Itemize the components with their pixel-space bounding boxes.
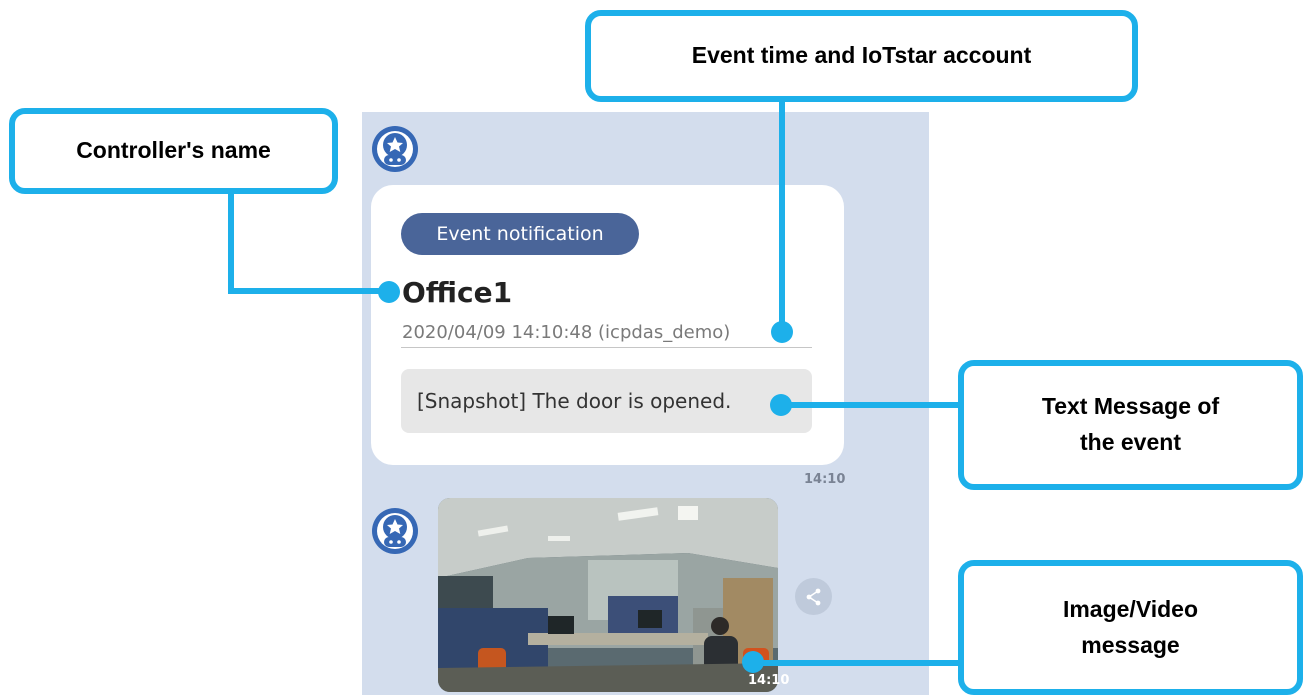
share-icon	[806, 588, 820, 605]
connector-dot	[771, 321, 793, 343]
controller-name: Office1	[402, 276, 513, 309]
connector-line	[780, 402, 962, 408]
event-notification-badge: Event notification	[401, 213, 639, 255]
event-time-account: 2020/04/09 14:10:48 (icpdas_demo)	[402, 322, 731, 343]
callout-image-line-1: Image/Video	[1062, 595, 1199, 622]
bot-avatar-icon[interactable]	[370, 124, 420, 174]
share-button[interactable]	[795, 578, 832, 615]
divider	[401, 347, 812, 348]
callout-text-line-1: Text Message of	[1041, 393, 1220, 420]
message-timestamp: 14:10	[804, 472, 846, 487]
connector-line	[228, 192, 234, 294]
callout-text-line-2: the event	[1080, 429, 1181, 455]
connector-line	[752, 660, 962, 666]
connector-line	[228, 288, 388, 294]
connector-line	[779, 100, 785, 330]
connector-dot	[378, 281, 400, 303]
callout-image-message: Image/Video message	[958, 560, 1303, 695]
callout-event-time: Event time and IoTstar account	[585, 10, 1138, 102]
connector-dot	[770, 394, 792, 416]
image-timestamp: 14:10	[748, 673, 790, 688]
callout-text-message: Text Message of the event	[958, 360, 1303, 490]
snapshot-image[interactable]	[438, 498, 778, 692]
connector-dot	[742, 651, 764, 673]
event-text-message: [Snapshot] The door is opened.	[401, 369, 812, 433]
callout-image-line-2: message	[1081, 631, 1180, 658]
callout-controller-name: Controller's name	[9, 108, 338, 194]
bot-avatar-icon[interactable]	[370, 506, 420, 556]
